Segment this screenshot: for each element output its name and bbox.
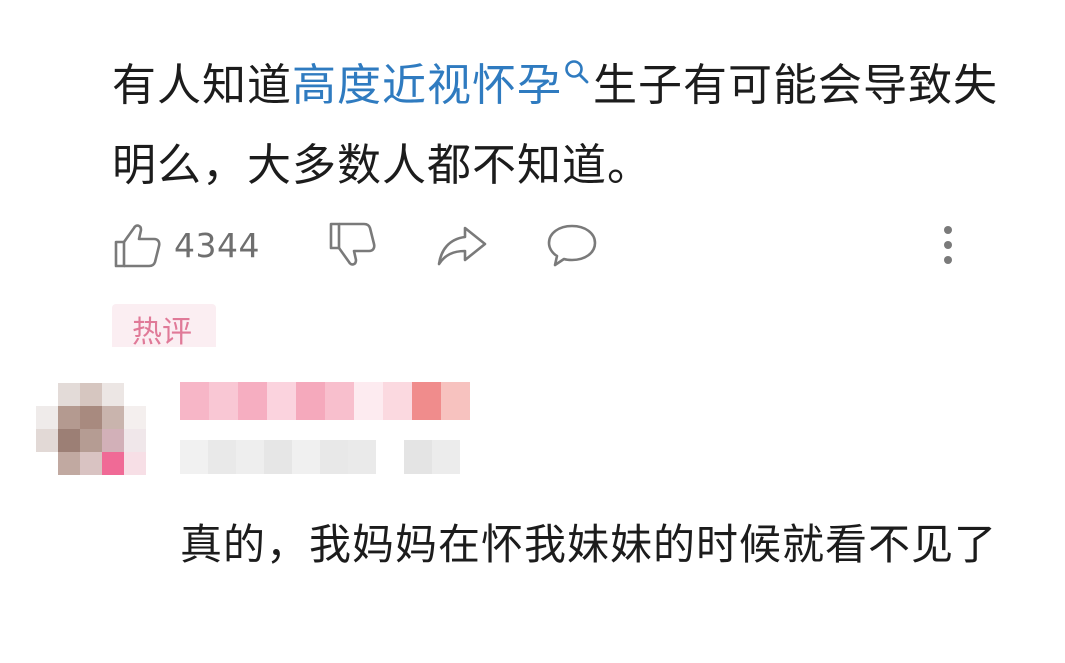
- post-action-bar: 4344: [112, 218, 972, 272]
- like-count: 4344: [174, 225, 260, 265]
- post-text-before: 有人知道: [112, 60, 292, 111]
- hot-comments-tab[interactable]: 热评: [112, 304, 216, 348]
- share-button[interactable]: [435, 218, 489, 272]
- keyword-search-icon[interactable]: [563, 58, 591, 86]
- thumbs-down-icon: [329, 222, 376, 266]
- comment-text: 真的，我妈妈在怀我妹妹的时候就看不见了: [180, 520, 998, 569]
- like-button[interactable]: 4344: [112, 218, 260, 272]
- section-divider: [0, 347, 1065, 363]
- speech-bubble-icon: [547, 224, 597, 267]
- thumbs-up-icon: [114, 224, 161, 268]
- hot-comments-label: 热评: [132, 315, 192, 349]
- commenter-avatar[interactable]: [36, 383, 146, 475]
- commenter-username-blurred[interactable]: [180, 382, 470, 420]
- share-arrow-icon: [437, 226, 487, 266]
- comment-meta-blurred: [180, 440, 460, 474]
- comment-button[interactable]: [545, 218, 599, 272]
- dislike-button[interactable]: [327, 218, 377, 272]
- post-text: 有人知道高度近视怀孕 生子有可能会导致失明么，大多数人都不知道。: [112, 46, 1002, 206]
- post-keyword-link[interactable]: 高度近视怀孕: [292, 60, 562, 111]
- more-vertical-icon: [944, 226, 952, 264]
- more-options-button[interactable]: [934, 218, 962, 272]
